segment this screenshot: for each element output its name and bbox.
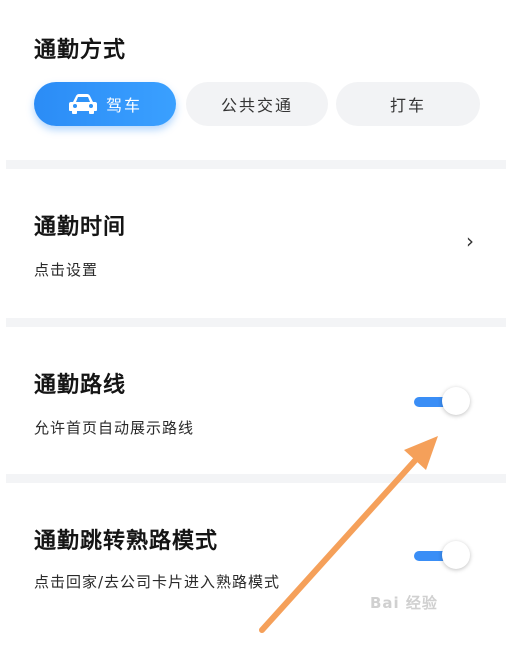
mode-taxi-label: 打车 [389, 96, 426, 115]
commute-route-title: 通勤路线 [34, 373, 127, 398]
chevron-right-icon: › [466, 229, 474, 253]
mode-public-transit-label: 公共交通 [220, 96, 293, 115]
watermark-logo: Bai 经验 [370, 594, 438, 612]
mode-driving-button[interactable]: 驾车 [34, 82, 176, 126]
toggle-knob [442, 387, 470, 415]
commute-mode-section: 通勤方式 驾车 公共交通 打车 [0, 0, 506, 160]
familiar-mode-title: 通勤跳转熟路模式 [34, 529, 219, 554]
mode-taxi-button[interactable]: 打车 [336, 82, 480, 126]
familiar-mode-row: 通勤跳转熟路模式 点击回家/去公司卡片进入熟路模式 [0, 483, 506, 646]
familiar-mode-toggle[interactable] [414, 541, 470, 571]
section-divider [6, 474, 506, 483]
mode-driving-label: 驾车 [105, 96, 142, 115]
commute-route-subtitle: 允许首页自动展示路线 [34, 419, 195, 437]
mode-public-transit-button[interactable]: 公共交通 [186, 82, 328, 126]
section-divider [6, 318, 506, 327]
section-divider [6, 160, 506, 169]
commute-time-subtitle: 点击设置 [34, 261, 99, 279]
commute-mode-title: 通勤方式 [34, 38, 127, 63]
commute-time-title: 通勤时间 [34, 215, 127, 240]
toggle-knob [442, 541, 470, 569]
familiar-mode-subtitle: 点击回家/去公司卡片进入熟路模式 [34, 573, 281, 591]
commute-route-row: 通勤路线 允许首页自动展示路线 [0, 327, 506, 477]
commute-time-row[interactable]: 通勤时间 点击设置 › [0, 169, 506, 319]
commute-mode-options: 驾车 公共交通 打车 [34, 82, 480, 128]
commute-route-toggle[interactable] [414, 387, 470, 417]
car-icon [68, 94, 97, 114]
